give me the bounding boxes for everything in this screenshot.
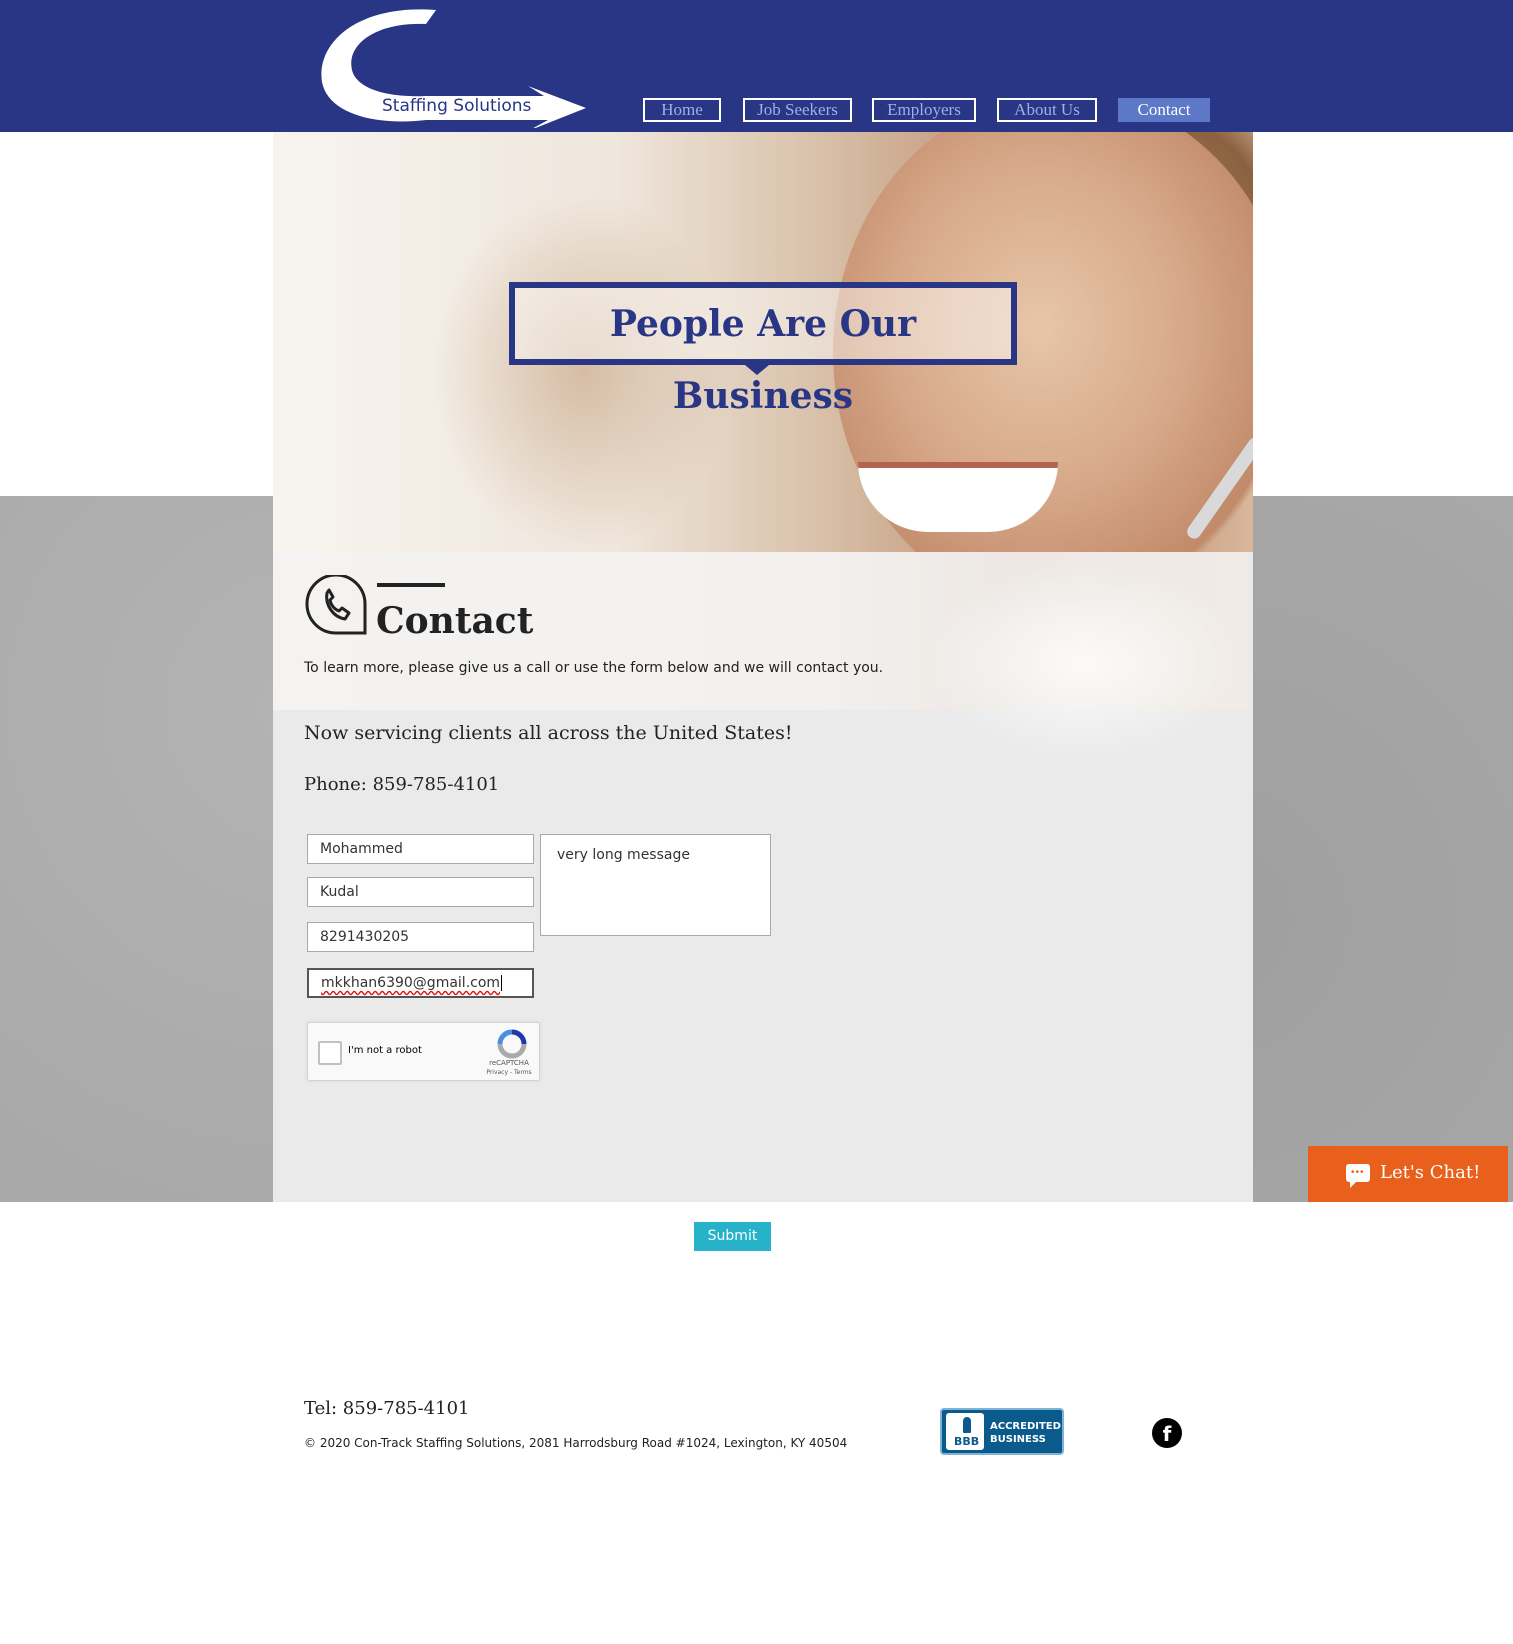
bbb-line-1: ACCREDITED	[990, 1421, 1061, 1432]
email-value: mkkhan6390@gmail.com	[321, 975, 501, 991]
page-title: Contact	[376, 600, 534, 642]
phone-field[interactable]: 8291430205	[307, 922, 534, 952]
phone-icon	[305, 575, 367, 635]
last-name-field[interactable]: Kudal	[307, 877, 534, 907]
nav-employers[interactable]: Employers	[872, 98, 976, 122]
message-field[interactable]: very long message	[540, 834, 771, 936]
nav-job-seekers[interactable]: Job Seekers	[743, 98, 852, 122]
bbb-accredited-badge[interactable]: BBB ACCREDITED BUSINESS	[940, 1408, 1064, 1455]
text-cursor	[501, 975, 503, 991]
recaptcha-checkbox[interactable]	[318, 1041, 342, 1065]
hero-banner: People Are Our Business	[509, 282, 1017, 417]
logo-title: on-Track	[364, 34, 547, 88]
chat-button[interactable]: ••• Let's Chat!	[1308, 1146, 1508, 1202]
footer-tel: Tel: 859-785-4101	[304, 1398, 470, 1419]
logo-subtitle: Staffing Solutions	[382, 96, 532, 116]
servicing-text: Now servicing clients all across the Uni…	[304, 722, 793, 744]
nav-contact[interactable]: Contact	[1118, 98, 1210, 122]
recaptcha-logo-icon	[497, 1029, 527, 1059]
bbb-seal-text: BBB	[954, 1435, 980, 1448]
facebook-icon[interactable]: f	[1152, 1418, 1182, 1448]
bbb-torch-icon	[963, 1417, 971, 1433]
bbb-seal-icon: BBB	[946, 1413, 984, 1450]
chat-label: Let's Chat!	[1380, 1162, 1481, 1183]
recaptcha-brand: reCAPTCHA	[489, 1059, 529, 1067]
contact-intro: To learn more, please give us a call or …	[304, 660, 884, 676]
submit-button[interactable]: Submit	[694, 1222, 771, 1251]
email-field[interactable]: mkkhan6390@gmail.com	[307, 968, 534, 998]
bbb-line-2: BUSINESS	[990, 1434, 1046, 1445]
site-header: on-Track Staffing Solutions Home Job See…	[0, 0, 1513, 132]
nav-about-us[interactable]: About Us	[997, 98, 1097, 122]
recaptcha-links[interactable]: Privacy - Terms	[479, 1069, 539, 1076]
banner-pointer	[745, 365, 769, 375]
title-accent-bar	[377, 583, 445, 587]
chat-dots-icon: •••	[1351, 1167, 1365, 1178]
recaptcha-label: I'm not a robot	[348, 1045, 422, 1056]
panel-highlight	[923, 562, 1243, 762]
bbb-accredited-text: ACCREDITED BUSINESS	[990, 1420, 1061, 1446]
phone-text: Phone: 859-785-4101	[304, 774, 500, 795]
footer-copyright: © 2020 Con-Track Staffing Solutions, 208…	[304, 1436, 848, 1450]
logo[interactable]: on-Track Staffing Solutions	[316, 4, 586, 128]
first-name-field[interactable]: Mohammed	[307, 834, 534, 864]
recaptcha-widget: I'm not a robot reCAPTCHA Privacy - Term…	[307, 1022, 540, 1081]
nav-home[interactable]: Home	[643, 98, 721, 122]
